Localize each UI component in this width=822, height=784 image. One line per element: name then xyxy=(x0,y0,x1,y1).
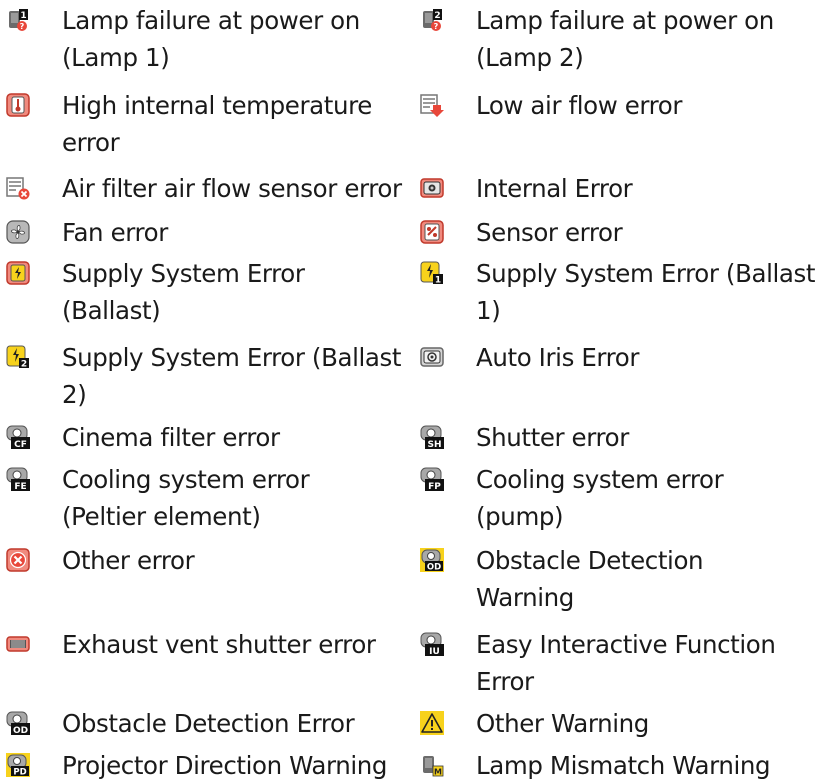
projector-error-icon-legend: 1 ? Lamp failure at power on (Lamp 1) 2 … xyxy=(0,0,822,784)
lamp-2-failure-icon: 2 ? xyxy=(423,9,442,31)
item-label: Obstacle Detection Warning xyxy=(476,546,704,612)
list-item: PD Projector Direction Warning xyxy=(6,747,406,784)
list-item: FE Cooling system error (Peltier element… xyxy=(6,461,406,535)
list-item: High internal temperature error xyxy=(6,87,406,161)
item-label: Lamp failure at power on (Lamp 2) xyxy=(476,6,774,72)
list-item: Auto Iris Error xyxy=(420,339,820,376)
other-error-icon xyxy=(6,548,30,572)
svg-text:1: 1 xyxy=(435,276,441,286)
thermometer-icon xyxy=(6,93,30,117)
item-label: Sensor error xyxy=(476,218,623,247)
item-label: Easy Interactive Function Error xyxy=(476,630,776,696)
list-item: Low air flow error xyxy=(420,87,820,124)
list-item: Other error xyxy=(6,542,406,579)
svg-text:2: 2 xyxy=(21,360,27,370)
list-item: Other Warning xyxy=(420,705,820,742)
item-label: High internal temperature error xyxy=(62,91,372,157)
shutter-icon: SH xyxy=(420,425,444,449)
item-label: Auto Iris Error xyxy=(476,343,640,372)
list-item: FP Cooling system error (pump) xyxy=(420,461,820,535)
supply-ballast-2-icon: 2 xyxy=(6,345,29,370)
exhaust-vent-icon xyxy=(6,636,30,652)
list-item: 1 ? Lamp failure at power on (Lamp 1) xyxy=(6,2,406,76)
list-item: 1 Supply System Error (Ballast 1) xyxy=(420,255,820,329)
svg-text:FE: FE xyxy=(14,482,26,491)
svg-text:OD: OD xyxy=(13,726,28,735)
item-label: Internal Error xyxy=(476,174,633,203)
easy-interactive-icon: IU xyxy=(420,632,444,656)
cooling-peltier-icon: FE xyxy=(6,467,30,491)
list-item: Exhaust vent shutter error xyxy=(6,626,406,663)
obstacle-warning-icon: OD xyxy=(420,548,444,572)
item-label: Other Warning xyxy=(476,709,649,738)
air-filter-sensor-icon xyxy=(6,177,30,200)
svg-text:PD: PD xyxy=(13,768,26,778)
item-label: Shutter error xyxy=(476,423,629,452)
item-label: Lamp Mismatch Warning xyxy=(476,751,771,780)
list-item: Internal Error xyxy=(420,170,820,207)
item-label: Cooling system error (pump) xyxy=(476,465,724,531)
item-label: Cinema filter error xyxy=(62,423,280,452)
svg-text:1: 1 xyxy=(20,11,26,21)
low-air-flow-icon xyxy=(420,94,444,117)
warning-triangle-icon xyxy=(420,711,444,735)
list-item: 2 ? Lamp failure at power on (Lamp 2) xyxy=(420,2,820,76)
auto-iris-icon xyxy=(420,347,444,367)
supply-ballast-icon xyxy=(6,261,30,285)
item-label: Projector Direction Warning xyxy=(62,751,388,780)
list-item: M Lamp Mismatch Warning xyxy=(420,747,820,784)
item-label: Supply System Error (Ballast 1) xyxy=(476,259,816,325)
list-item: Air filter air flow sensor error xyxy=(6,170,406,207)
item-label: Cooling system error (Peltier element) xyxy=(62,465,310,531)
item-label: Supply System Error (Ballast 2) xyxy=(62,343,402,409)
item-label: Fan error xyxy=(62,218,168,247)
svg-text:FP: FP xyxy=(428,482,441,491)
list-item: Supply System Error (Ballast) xyxy=(6,255,406,329)
item-label: Obstacle Detection Error xyxy=(62,709,355,738)
svg-text:?: ? xyxy=(434,22,439,31)
list-item: IU Easy Interactive Function Error xyxy=(420,626,820,700)
svg-text:CF: CF xyxy=(14,440,27,449)
svg-text:M: M xyxy=(434,768,442,777)
item-label: Lamp failure at power on (Lamp 1) xyxy=(62,6,360,72)
svg-text:SH: SH xyxy=(427,440,441,449)
item-label: Supply System Error (Ballast) xyxy=(62,259,305,325)
lamp-mismatch-icon: M xyxy=(423,756,444,777)
svg-text:2: 2 xyxy=(434,11,440,21)
list-item: OD Obstacle Detection Warning xyxy=(420,542,820,616)
obstacle-error-icon: OD xyxy=(6,711,30,735)
item-label: Exhaust vent shutter error xyxy=(62,630,376,659)
sensor-icon xyxy=(420,220,444,244)
cinema-filter-icon: CF xyxy=(6,425,30,449)
supply-ballast-1-icon: 1 xyxy=(420,261,443,286)
svg-text:IU: IU xyxy=(429,647,440,656)
list-item: Sensor error xyxy=(420,214,820,251)
svg-text:OD: OD xyxy=(427,563,441,573)
internal-error-icon xyxy=(420,178,444,198)
lamp-1-failure-icon: 1 ? xyxy=(9,9,28,31)
projector-direction-icon: PD xyxy=(6,753,30,777)
fan-icon xyxy=(6,220,30,244)
list-item: Fan error xyxy=(6,214,406,251)
item-label: Other error xyxy=(62,546,195,575)
svg-text:?: ? xyxy=(20,22,25,31)
item-label: Air filter air flow sensor error xyxy=(62,174,402,203)
list-item: CF Cinema filter error xyxy=(6,419,406,456)
item-label: Low air flow error xyxy=(476,91,683,120)
cooling-pump-icon: FP xyxy=(420,467,444,491)
list-item: OD Obstacle Detection Error xyxy=(6,705,406,742)
list-item: 2 Supply System Error (Ballast 2) xyxy=(6,339,406,413)
list-item: SH Shutter error xyxy=(420,419,820,456)
